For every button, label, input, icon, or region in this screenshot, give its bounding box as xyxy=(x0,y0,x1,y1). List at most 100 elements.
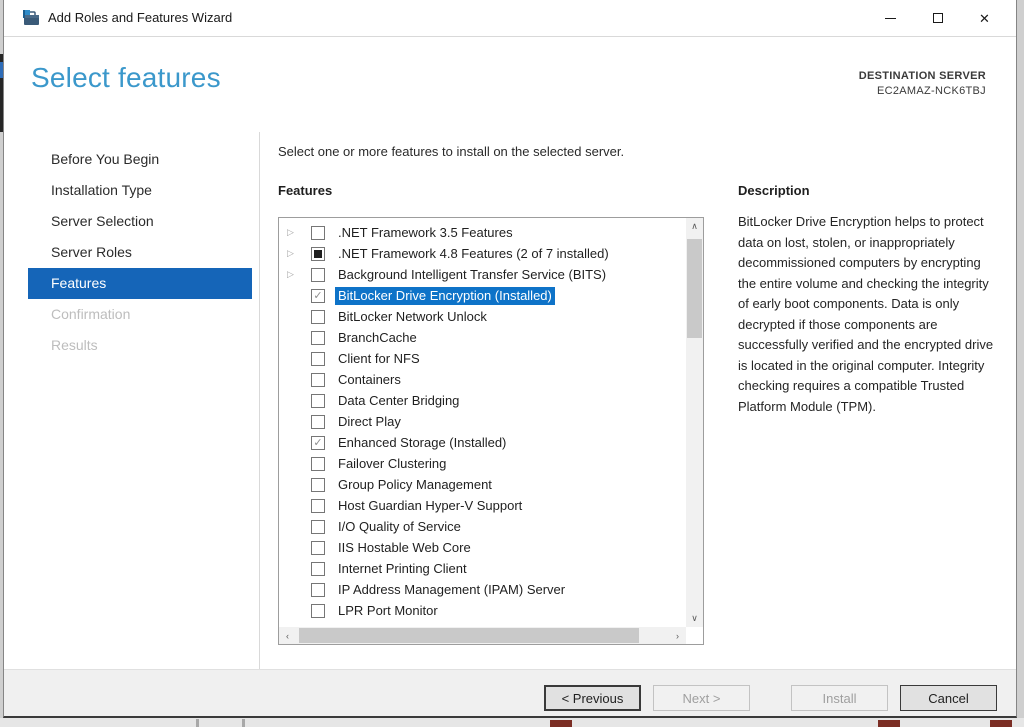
page-title: Select features xyxy=(31,62,221,94)
feature-label[interactable]: .NET Framework 3.5 Features xyxy=(335,224,516,242)
feature-checkbox[interactable] xyxy=(311,562,325,576)
feature-row: ▷ ✓ BitLocker Drive Encryption (Installe… xyxy=(279,286,685,307)
feature-row: ▷ IP Address Management (IPAM) Server xyxy=(279,580,685,601)
nav-item-label: Server Roles xyxy=(51,244,132,260)
feature-row: ▷ I/O Quality of Service xyxy=(279,517,685,538)
nav-item-label: Features xyxy=(51,275,106,291)
feature-label[interactable]: Direct Play xyxy=(335,413,404,431)
screen: Add Roles and Features Wizard ✕ Select f… xyxy=(0,0,1024,727)
vertical-scrollbar-thumb[interactable] xyxy=(687,239,702,338)
horizontal-scrollbar-thumb[interactable] xyxy=(299,628,639,643)
nav-item-label: Results xyxy=(51,337,98,353)
feature-label[interactable]: Internet Printing Client xyxy=(335,560,470,578)
nav-item-before-you-begin[interactable]: Before You Begin xyxy=(28,144,252,175)
feature-label[interactable]: BranchCache xyxy=(335,329,420,347)
description-text: BitLocker Drive Encryption helps to prot… xyxy=(738,212,996,417)
feature-checkbox[interactable]: ✓ xyxy=(311,289,325,303)
feature-checkbox[interactable] xyxy=(311,457,325,471)
nav-item-installation-type[interactable]: Installation Type xyxy=(28,175,252,206)
feature-checkbox[interactable] xyxy=(311,373,325,387)
server-manager-icon xyxy=(23,10,40,26)
instruction-text: Select one or more features to install o… xyxy=(278,144,624,159)
expander-icon[interactable]: ▷ xyxy=(287,227,299,238)
nav-item-label: Server Selection xyxy=(51,213,154,229)
feature-label[interactable]: Background Intelligent Transfer Service … xyxy=(335,266,609,284)
feature-label[interactable]: Enhanced Storage (Installed) xyxy=(335,434,509,452)
previous-button[interactable]: < Previous xyxy=(544,685,641,711)
feature-checkbox[interactable] xyxy=(311,583,325,597)
feature-checkbox[interactable] xyxy=(311,247,325,261)
background-mark xyxy=(990,720,1012,727)
scroll-left-icon[interactable]: ‹ xyxy=(279,627,296,644)
feature-checkbox[interactable] xyxy=(311,268,325,282)
feature-label[interactable]: IIS Hostable Web Core xyxy=(335,539,474,557)
close-icon: ✕ xyxy=(979,12,990,25)
feature-checkbox[interactable] xyxy=(311,415,325,429)
feature-checkbox[interactable] xyxy=(311,541,325,555)
feature-row: ▷ BranchCache xyxy=(279,328,685,349)
horizontal-scrollbar[interactable]: ‹ › xyxy=(279,627,686,644)
destination-server-label: DESTINATION SERVER xyxy=(859,70,986,82)
feature-checkbox[interactable] xyxy=(311,604,325,618)
feature-checkbox[interactable] xyxy=(311,331,325,345)
feature-checkbox[interactable] xyxy=(311,499,325,513)
feature-row: ▷ Host Guardian Hyper-V Support xyxy=(279,496,685,517)
feature-label[interactable]: Containers xyxy=(335,371,404,389)
background-desktop-sliver xyxy=(0,718,1024,727)
feature-label[interactable]: Data Center Bridging xyxy=(335,392,462,410)
feature-row: ▷ .NET Framework 4.8 Features (2 of 7 in… xyxy=(279,244,685,265)
scroll-down-icon[interactable]: ∨ xyxy=(686,610,703,627)
destination-server-name: EC2AMAZ-NCK6TBJ xyxy=(859,85,986,97)
feature-label[interactable]: Failover Clustering xyxy=(335,455,449,473)
feature-row: ▷ BitLocker Network Unlock xyxy=(279,307,685,328)
nav-item-server-roles[interactable]: Server Roles xyxy=(28,237,252,268)
minimize-icon xyxy=(885,18,896,19)
background-mark xyxy=(242,719,245,727)
feature-checkbox[interactable] xyxy=(311,352,325,366)
feature-label[interactable]: .NET Framework 4.8 Features (2 of 7 inst… xyxy=(335,245,612,263)
feature-row: ▷ Data Center Bridging xyxy=(279,391,685,412)
nav-item-server-selection[interactable]: Server Selection xyxy=(28,206,252,237)
feature-label[interactable]: LPR Port Monitor xyxy=(335,602,441,620)
next-button: Next > xyxy=(653,685,750,711)
footer: < PreviousNext >InstallCancel xyxy=(4,669,1016,716)
feature-label[interactable]: Client for NFS xyxy=(335,350,423,368)
feature-checkbox[interactable] xyxy=(311,478,325,492)
feature-label[interactable]: IP Address Management (IPAM) Server xyxy=(335,581,568,599)
nav-item-label: Installation Type xyxy=(51,182,152,198)
minimize-button[interactable] xyxy=(867,0,914,36)
nav-item-label: Before You Begin xyxy=(51,151,159,167)
feature-row: ▷ ✓ Enhanced Storage (Installed) xyxy=(279,433,685,454)
feature-label[interactable]: BitLocker Drive Encryption (Installed) xyxy=(335,287,555,305)
vertical-scrollbar[interactable]: ∧ ∨ xyxy=(686,218,703,627)
window-title: Add Roles and Features Wizard xyxy=(48,10,232,25)
nav-item-confirmation: Confirmation xyxy=(28,299,252,330)
expander-icon[interactable]: ▷ xyxy=(287,269,299,280)
nav-item-features[interactable]: Features xyxy=(28,268,252,299)
feature-row: ▷ Client for NFS xyxy=(279,349,685,370)
feature-label[interactable]: Group Policy Management xyxy=(335,476,495,494)
feature-checkbox[interactable]: ✓ xyxy=(311,436,325,450)
nav-item-results: Results xyxy=(28,330,252,361)
background-mark xyxy=(878,720,900,727)
feature-checkbox[interactable] xyxy=(311,310,325,324)
expander-icon[interactable]: ▷ xyxy=(287,248,299,259)
scroll-right-icon[interactable]: › xyxy=(669,627,686,644)
feature-row: ▷ Internet Printing Client xyxy=(279,559,685,580)
maximize-icon xyxy=(933,13,943,23)
cancel-button[interactable]: Cancel xyxy=(900,685,997,711)
feature-label[interactable]: BitLocker Network Unlock xyxy=(335,308,490,326)
destination-server-block: DESTINATION SERVER EC2AMAZ-NCK6TBJ xyxy=(859,70,986,97)
feature-checkbox[interactable] xyxy=(311,226,325,240)
scroll-up-icon[interactable]: ∧ xyxy=(686,218,703,235)
maximize-button[interactable] xyxy=(914,0,961,36)
feature-checkbox[interactable] xyxy=(311,394,325,408)
feature-row: ▷ Background Intelligent Transfer Servic… xyxy=(279,265,685,286)
nav-item-label: Confirmation xyxy=(51,306,130,322)
feature-label[interactable]: I/O Quality of Service xyxy=(335,518,464,536)
feature-row: ▷ .NET Framework 3.5 Features xyxy=(279,223,685,244)
feature-label[interactable]: Host Guardian Hyper-V Support xyxy=(335,497,525,515)
close-button[interactable]: ✕ xyxy=(961,0,1008,36)
feature-row: ▷ Group Policy Management xyxy=(279,475,685,496)
feature-checkbox[interactable] xyxy=(311,520,325,534)
